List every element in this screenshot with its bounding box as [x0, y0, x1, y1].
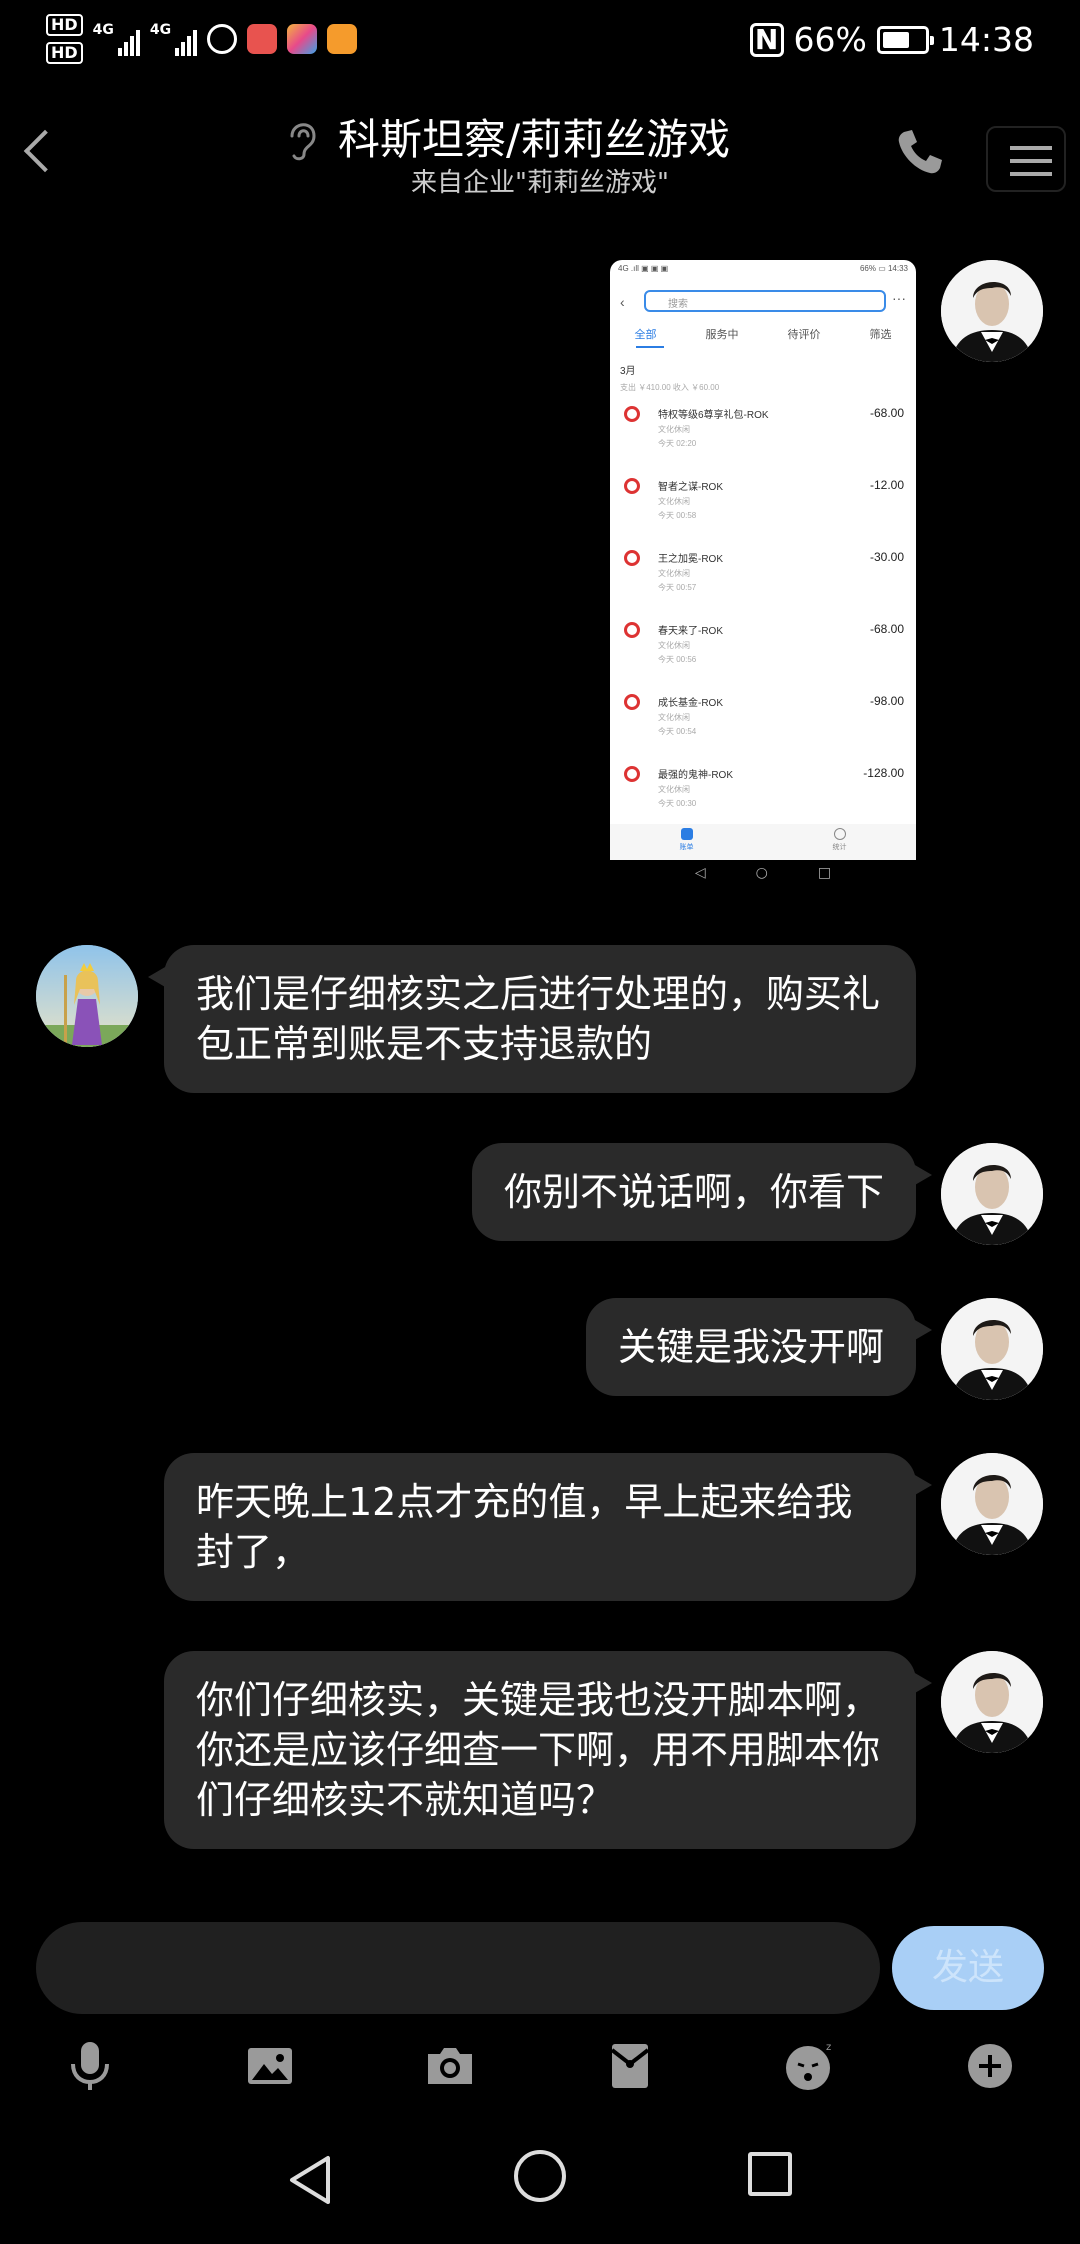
list-item: 特权等级6尊享礼包-ROK 文化休闲 今天 02:20 -68.00 [610, 404, 916, 476]
signal-icon: 4G [93, 22, 140, 56]
nav-recent-icon[interactable] [748, 2152, 792, 2196]
send-button[interactable]: 发送 [892, 1926, 1044, 2010]
clock: 14:38 [938, 20, 1034, 59]
message-input[interactable] [36, 1922, 880, 2014]
nav-recent-icon: □ [817, 865, 832, 881]
avatar[interactable] [941, 1143, 1043, 1245]
phone-icon[interactable] [890, 122, 950, 182]
avatar[interactable] [941, 260, 1043, 362]
search-field: 搜索 [644, 290, 886, 312]
input-toolbar: z [0, 2030, 1080, 2100]
app-icon [287, 24, 318, 54]
red-packet-icon[interactable] [600, 2036, 660, 2096]
screenshot-image: 4G .ıll ▣ ▣ ▣ 66% ▭ 14:33 ‹ 搜索 ··· 全部 服务中… [610, 260, 916, 860]
status-bar: HD HD 4G 4G N 66% 14:38 [0, 0, 1080, 86]
back-icon: ‹ [620, 294, 625, 310]
outgoing-message: 你别不说话啊，你看下 [471, 1143, 933, 1241]
rok-logo-icon [624, 694, 640, 710]
chat-header: 科斯坦察/莉莉丝游戏 来自企业"莉莉丝游戏" [0, 86, 1080, 216]
camera-icon[interactable] [420, 2036, 480, 2096]
image-icon[interactable] [240, 2036, 300, 2096]
microphone-icon[interactable] [60, 2036, 120, 2096]
list-item: 王之加冕-ROK 文化休闲 今天 00:57 -30.00 [610, 548, 916, 620]
hd-icon: HD [46, 42, 83, 64]
signal-icon: 4G [150, 22, 198, 56]
avatar[interactable] [941, 1453, 1043, 1555]
avatar[interactable] [36, 945, 138, 1047]
bottom-tab-bar: 账单 统计 [610, 824, 916, 860]
emoji-icon[interactable]: z [780, 2036, 840, 2096]
earpiece-mode-icon[interactable] [282, 114, 322, 164]
chat-title: 科斯坦察/莉莉丝游戏 [338, 115, 731, 164]
nav-back-icon: ◁ [694, 865, 706, 881]
battery-percent: 66% [793, 20, 867, 59]
nav-home-icon[interactable] [514, 2150, 566, 2202]
image-message[interactable]: 4G .ıll ▣ ▣ ▣ 66% ▭ 14:33 ‹ 搜索 ··· 全部 服务中… [610, 260, 916, 886]
incoming-message: 我们是仔细核实之后进行处理的，购买礼包正常到账是不支持退款的 [148, 945, 916, 1093]
battery-icon [876, 25, 934, 54]
screenshot-nav-bar: ◁ ○ □ [610, 860, 916, 886]
nav-home-icon: ○ [755, 865, 768, 881]
outgoing-message: 你们仔细核实，关键是我也没开脚本啊，你还是应该仔细查一下啊，用不用脚本你们仔细核… [164, 1651, 932, 1849]
avatar[interactable] [941, 1298, 1043, 1400]
app-icon [247, 24, 278, 54]
nav-back-icon[interactable] [284, 2152, 340, 2208]
system-navigation-bar [0, 2130, 1080, 2244]
app-icon [327, 24, 358, 54]
app-icon [207, 24, 238, 54]
list-item: 春天来了-ROK 文化休闲 今天 00:56 -68.00 [610, 620, 916, 692]
rok-logo-icon [624, 766, 640, 782]
stats-icon [833, 828, 846, 840]
bill-icon [680, 828, 693, 840]
hd-icon: HD [46, 14, 83, 36]
rok-logo-icon [624, 622, 640, 638]
tab-bar: 全部 服务中 待评价 筛选 [634, 329, 892, 341]
menu-button[interactable] [986, 126, 1066, 192]
list-item: 成长基金-ROK 文化休闲 今天 00:54 -98.00 [610, 692, 916, 764]
more-icon: ··· [892, 290, 906, 306]
nfc-icon: N [749, 22, 784, 57]
svg-text:z: z [826, 2042, 831, 2053]
avatar[interactable] [941, 1651, 1043, 1753]
list-item: 智者之谋-ROK 文化休闲 今天 00:58 -12.00 [610, 476, 916, 548]
rok-logo-icon [624, 478, 640, 494]
plus-icon[interactable] [960, 2036, 1020, 2096]
outgoing-message: 昨天晚上12点才充的值，早上起来给我封了， [164, 1453, 932, 1601]
rok-logo-icon [624, 550, 640, 566]
outgoing-message: 关键是我没开啊 [585, 1298, 933, 1396]
rok-logo-icon [624, 406, 640, 422]
